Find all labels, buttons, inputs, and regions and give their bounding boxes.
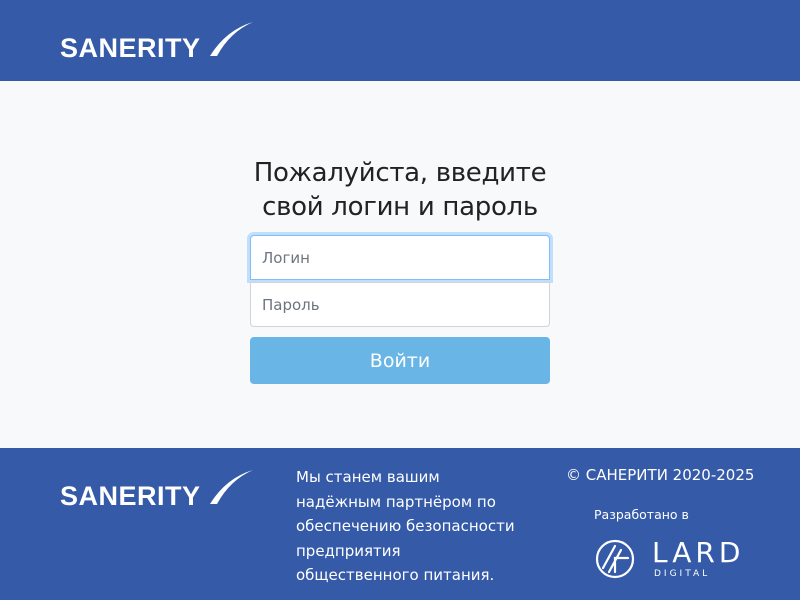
login-title-line2: свой логин и пароль bbox=[262, 192, 538, 222]
tagline-line: Мы станем вашим bbox=[296, 468, 440, 486]
login-title-line1: Пожалуйста, введите bbox=[253, 158, 547, 188]
site-footer: SANERITY Мы станем вашим надёжным партнё… bbox=[0, 448, 800, 600]
tagline-line: общественного питания. bbox=[296, 566, 495, 584]
login-title: Пожалуйста, введите свой логин и пароль bbox=[200, 156, 600, 224]
footer-logo-swoosh-icon bbox=[210, 470, 253, 504]
footer-sanerity-logo[interactable]: SANERITY bbox=[60, 468, 260, 512]
password-input[interactable] bbox=[250, 282, 550, 327]
copyright-text: © САНЕРИТИ 2020-2025 bbox=[566, 466, 755, 484]
footer-logo-text: SANERITY bbox=[60, 481, 201, 511]
login-input[interactable] bbox=[250, 235, 550, 280]
developed-by-label: Разработано в bbox=[594, 507, 689, 522]
tagline-line: предприятия bbox=[296, 541, 401, 560]
sanerity-logo[interactable]: SANERITY bbox=[60, 20, 260, 64]
site-header: SANERITY bbox=[0, 0, 800, 81]
lard-logo-icon[interactable] bbox=[594, 538, 636, 580]
tagline-line: обеспечению безопасности bbox=[296, 517, 515, 535]
login-button[interactable]: Войти bbox=[250, 337, 550, 384]
developer-name[interactable]: LARD bbox=[652, 538, 744, 568]
logo-swoosh-icon bbox=[210, 22, 253, 56]
login-section: Пожалуйста, введите свой логин и пароль … bbox=[0, 81, 800, 448]
developer-subtitle: DIGITAL bbox=[654, 569, 711, 579]
sanerity-logo-text: SANERITY bbox=[60, 33, 201, 63]
footer-tagline: Мы станем вашим надёжным партнёром по об… bbox=[296, 465, 526, 588]
tagline-line: надёжным партнёром по bbox=[296, 492, 496, 511]
